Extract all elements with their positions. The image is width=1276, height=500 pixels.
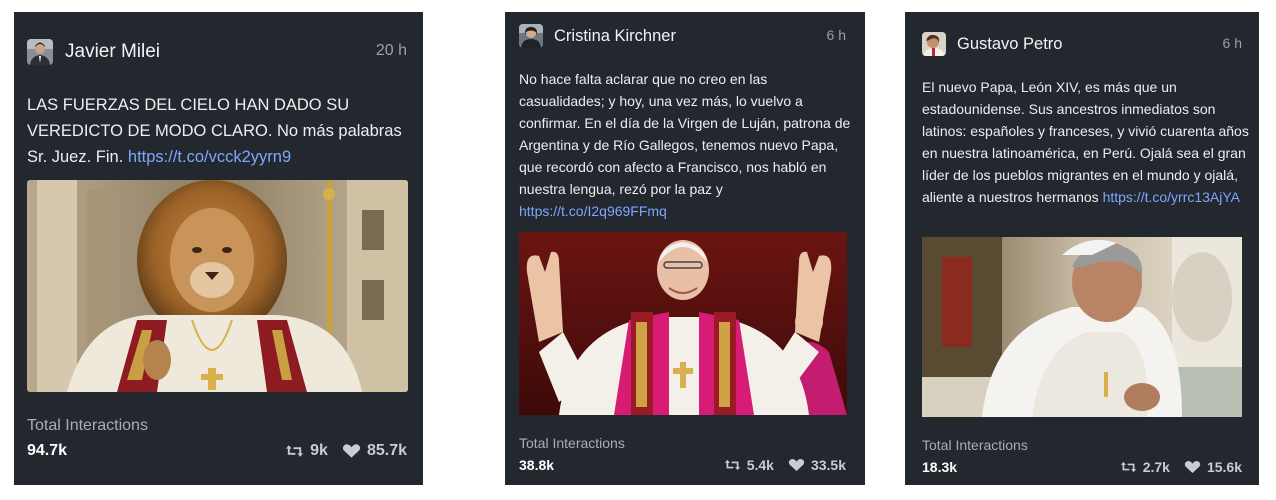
post-link[interactable]: https://t.co/vcck2yyrn9 (128, 148, 291, 166)
retweet-count: 9k (310, 442, 328, 459)
cleric-in-white-robes-image[interactable] (922, 237, 1242, 417)
engagement-stats: 9k 85.7k (285, 442, 407, 460)
post-card[interactable]: Gustavo Petro 6 h El nuevo Papa, León XI… (905, 12, 1259, 485)
post-header: Gustavo Petro (922, 32, 1062, 56)
total-interactions-label: Total Interactions (27, 417, 148, 434)
total-interactions-value: 94.7k (27, 442, 68, 459)
retweet-icon[interactable] (724, 458, 741, 472)
post-header: Cristina Kirchner (519, 24, 676, 48)
pope-waving-balcony-image[interactable] (519, 232, 847, 415)
post-text: No hace falta aclarar que no creo en las… (519, 68, 855, 222)
retweet-count: 5.4k (746, 457, 774, 473)
post-text: LAS FUERZAS DEL CIELO HAN DADO SU VEREDI… (27, 92, 412, 170)
post-timestamp: 6 h (1222, 35, 1242, 51)
post-card[interactable]: Javier Milei 20 h LAS FUERZAS DEL CIELO … (14, 12, 423, 485)
heart-icon[interactable] (342, 443, 361, 459)
post-body: El nuevo Papa, León XIV, es más que un e… (922, 79, 1249, 205)
post-link[interactable]: https://t.co/I2q969FFmq (519, 203, 667, 219)
author-name[interactable]: Cristina Kirchner (554, 27, 676, 46)
heart-icon[interactable] (1184, 460, 1201, 474)
like-count: 85.7k (366, 442, 407, 459)
author-name[interactable]: Gustavo Petro (957, 35, 1062, 54)
retweet-icon[interactable] (1120, 460, 1137, 474)
heart-icon[interactable] (788, 458, 805, 472)
like-count: 15.6k (1206, 459, 1242, 475)
like-count: 33.5k (810, 457, 846, 473)
person-avatar-icon[interactable] (27, 39, 53, 65)
lion-in-papal-robes-image[interactable] (27, 180, 408, 392)
person-avatar-icon[interactable] (519, 24, 543, 48)
post-timestamp: 6 h (826, 27, 846, 43)
post-body: No hace falta aclarar que no creo en las… (519, 71, 851, 197)
post-header: Javier Milei (27, 39, 160, 65)
engagement-stats: 2.7k 15.6k (1120, 459, 1242, 475)
total-interactions-value: 38.8k (519, 457, 555, 473)
total-interactions-label: Total Interactions (519, 435, 625, 451)
person-avatar-icon[interactable] (922, 32, 946, 56)
author-name[interactable]: Javier Milei (65, 41, 160, 63)
post-text: El nuevo Papa, León XIV, es más que un e… (922, 76, 1252, 208)
post-timestamp: 20 h (375, 42, 407, 59)
total-interactions-value: 18.3k (922, 459, 958, 475)
post-link[interactable]: https://t.co/yrrc13AjYA (1103, 189, 1240, 205)
engagement-stats: 5.4k 33.5k (724, 457, 846, 473)
retweet-icon[interactable] (285, 443, 304, 459)
post-card[interactable]: Cristina Kirchner 6 h No hace falta acla… (505, 12, 865, 485)
retweet-count: 2.7k (1142, 459, 1170, 475)
total-interactions-label: Total Interactions (922, 437, 1028, 453)
post-grid: Javier Milei 20 h LAS FUERZAS DEL CIELO … (0, 0, 1276, 500)
